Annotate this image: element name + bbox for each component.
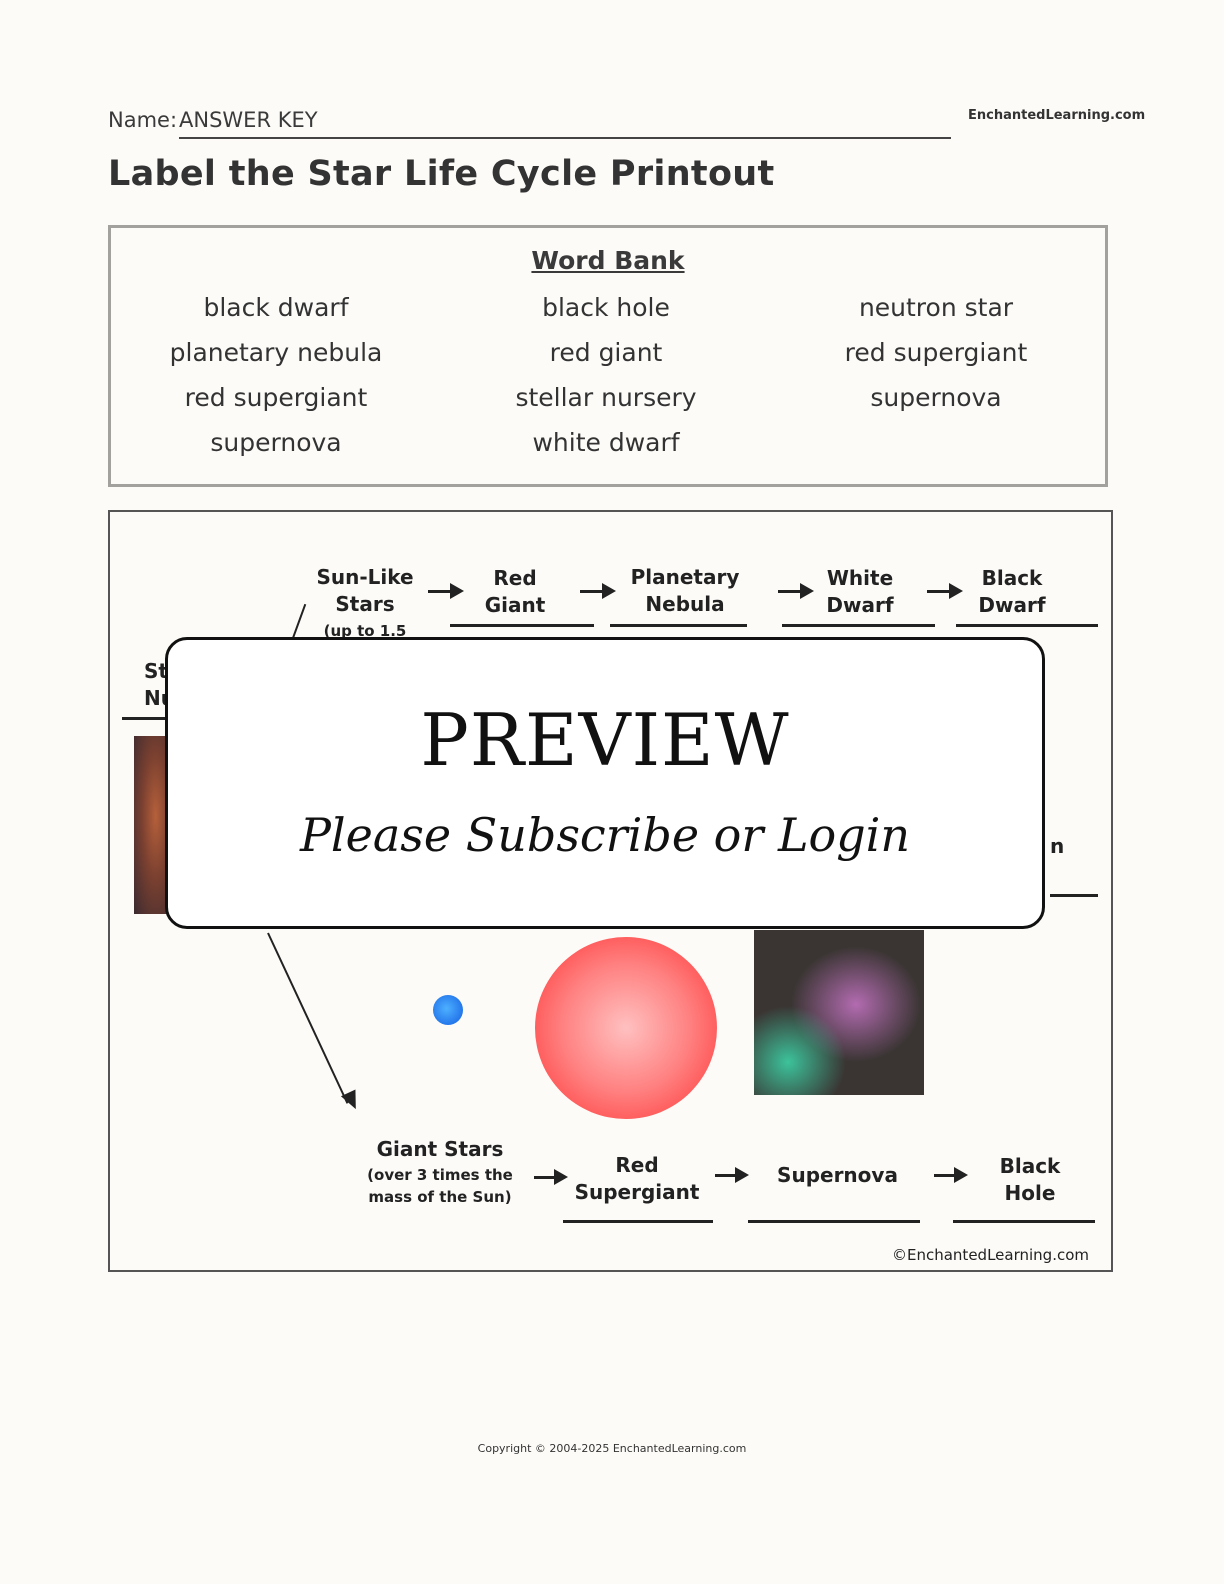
stage-white-dwarf: White Dwarf: [800, 565, 920, 619]
diagram-credit: ©EnchantedLearning.com: [892, 1246, 1089, 1264]
red-supergiant-image: [535, 937, 717, 1119]
answer-blank: [450, 624, 594, 627]
word-bank-item: black dwarf: [203, 293, 349, 322]
stage-red-giant: Red Giant: [455, 565, 575, 619]
label-line: mass of the Sun): [368, 1188, 512, 1206]
supernova-image: [754, 930, 924, 1095]
arrow-icon: [534, 1169, 568, 1185]
word-bank-title: Word Bank: [531, 246, 685, 275]
blue-star-image: [433, 995, 463, 1025]
label-line: Dwarf: [978, 593, 1046, 617]
word-bank: Word Bank black dwarf planetary nebula r…: [108, 225, 1108, 487]
sun-like-stars-label: Sun-Like Stars: [300, 564, 430, 618]
name-label: Name:: [108, 108, 178, 132]
preview-title: PREVIEW: [420, 698, 790, 782]
word-bank-item: white dwarf: [532, 428, 680, 457]
label-line: Red: [615, 1153, 659, 1177]
arrow-icon: [580, 583, 616, 599]
answer-blank: [1050, 894, 1098, 897]
neutron-star-label: n: [1050, 834, 1065, 858]
label-line: Giant: [484, 593, 546, 617]
word-bank-item: black hole: [542, 293, 670, 322]
word-bank-item: red giant: [549, 338, 663, 367]
answer-blank: [956, 624, 1098, 627]
stage-black-hole: Black Hole: [970, 1153, 1090, 1207]
word-bank-item: stellar nursery: [515, 383, 697, 412]
giant-stars-label: Giant Stars: [376, 1137, 504, 1161]
arrow-icon: [428, 583, 464, 599]
page-title: Label the Star Life Cycle Printout: [108, 154, 775, 194]
footer-copyright: Copyright © 2004-2025 EnchantedLearning.…: [477, 1442, 747, 1455]
stage-planetary-nebula: Planetary Nebula: [615, 564, 755, 618]
label-line: Black: [981, 566, 1043, 590]
word-bank-item: supernova: [870, 383, 1002, 412]
word-bank-column-3: neutron star red supergiant supernova: [771, 290, 1101, 425]
site-brand[interactable]: EnchantedLearning.com: [968, 108, 1145, 123]
name-value: ANSWER KEY: [179, 108, 318, 132]
diagonal-arrow: [267, 932, 349, 1104]
word-bank-item: red supergiant: [184, 383, 368, 412]
label-line: Nebula: [645, 592, 725, 616]
word-bank-column-1: black dwarf planetary nebula red supergi…: [111, 290, 441, 470]
label-line: Black: [999, 1154, 1061, 1178]
label-line: Hole: [1004, 1181, 1056, 1205]
answer-blank: [610, 624, 747, 627]
label-line: White: [826, 566, 894, 590]
answer-blank: [563, 1220, 713, 1223]
name-underline: [179, 137, 951, 139]
stage-red-supergiant: Red Supergiant: [562, 1152, 712, 1206]
word-bank-item: supernova: [210, 428, 342, 457]
stage-black-dwarf: Black Dwarf: [952, 565, 1072, 619]
arrow-icon: [934, 1167, 968, 1183]
word-bank-item: planetary nebula: [169, 338, 383, 367]
arrow-head-icon: [340, 1089, 364, 1113]
label-line: Dwarf: [826, 593, 894, 617]
label-line: Stars: [335, 592, 395, 616]
label-line: (over 3 times the: [367, 1166, 513, 1184]
answer-blank: [748, 1220, 920, 1223]
label-line: Red: [493, 566, 537, 590]
giant-stars-note: (over 3 times the mass of the Sun): [342, 1164, 538, 1208]
label-line: Planetary: [630, 565, 740, 589]
word-bank-item: red supergiant: [844, 338, 1028, 367]
arrow-icon: [927, 583, 963, 599]
arrow-icon: [715, 1167, 749, 1183]
word-bank-item: neutron star: [858, 293, 1014, 322]
answer-blank: [782, 624, 935, 627]
stage-supernova: Supernova: [777, 1163, 898, 1187]
word-bank-column-2: black hole red giant stellar nursery whi…: [441, 290, 771, 470]
answer-blank: [953, 1220, 1095, 1223]
subscribe-login-link[interactable]: Please Subscribe or Login: [168, 808, 1042, 862]
preview-overlay[interactable]: PREVIEW Please Subscribe or Login: [165, 637, 1045, 929]
label-line: Sun-Like: [316, 565, 414, 589]
label-line: Supergiant: [574, 1180, 700, 1204]
